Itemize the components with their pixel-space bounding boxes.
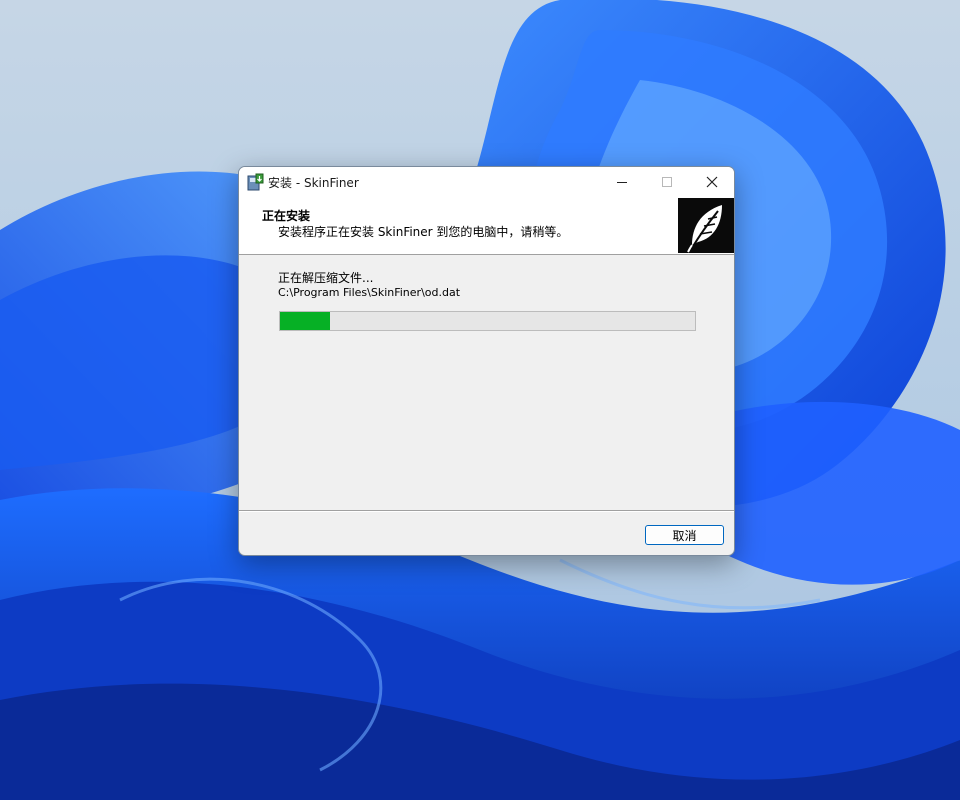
leaf-logo-icon (678, 198, 734, 253)
close-icon (706, 176, 718, 188)
installer-app-icon (247, 173, 264, 191)
install-progress-bar (279, 311, 696, 331)
footer-divider (239, 510, 734, 512)
cancel-button[interactable]: 取消 (645, 525, 724, 545)
close-button[interactable] (689, 167, 734, 197)
installer-window: 安装 - SkinFiner 正在安装 安装程序正在安装 SkinFiner 到… (238, 166, 735, 556)
page-title: 正在安装 (262, 209, 311, 223)
current-file-path: C:\Program Files\SkinFiner\od.dat (278, 286, 461, 299)
maximize-icon (662, 177, 672, 187)
minimize-button[interactable] (599, 167, 645, 197)
minimize-icon (617, 182, 627, 183)
maximize-button[interactable] (644, 167, 690, 197)
wizard-header: 正在安装 安装程序正在安装 SkinFiner 到您的电脑中，请稍等。 (239, 197, 734, 255)
progress-fill (280, 312, 330, 330)
window-title: 安装 - SkinFiner (268, 176, 359, 190)
status-label: 正在解压缩文件... (278, 271, 374, 285)
page-subtitle: 安装程序正在安装 SkinFiner 到您的电脑中，请稍等。 (278, 225, 569, 239)
title-bar[interactable]: 安装 - SkinFiner (239, 167, 734, 197)
